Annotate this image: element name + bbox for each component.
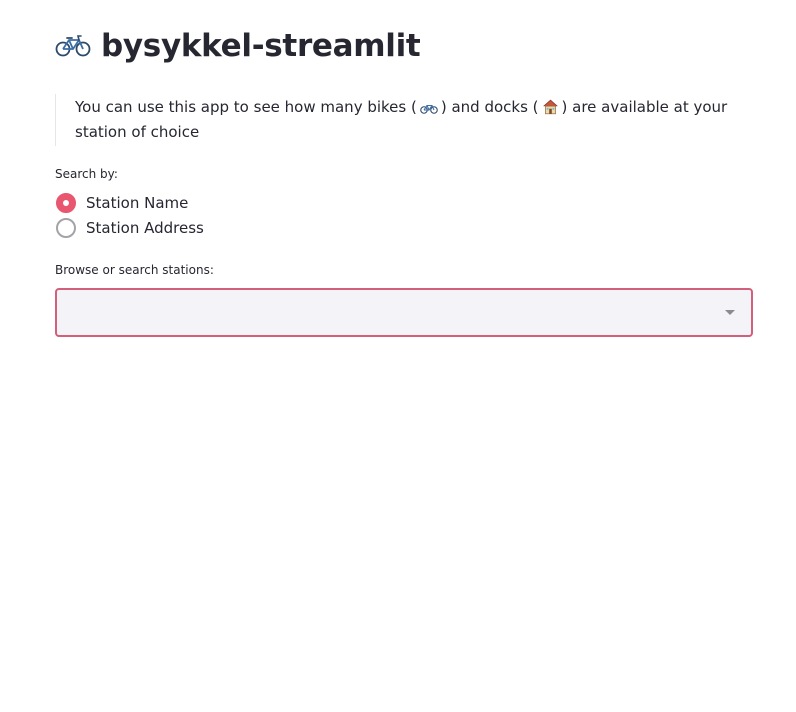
radio-label-station-address: Station Address bbox=[86, 219, 204, 237]
radio-checked-icon[interactable] bbox=[56, 193, 76, 213]
bicycle-icon bbox=[420, 104, 438, 114]
station-select[interactable] bbox=[55, 288, 753, 337]
bicycle-icon bbox=[55, 35, 91, 57]
search-by-label: Search by: bbox=[55, 167, 118, 181]
intro-text-part1: You can use this app to see how many bik… bbox=[75, 98, 417, 116]
app-page: bysykkel-streamlit You can use this app … bbox=[0, 0, 796, 712]
intro-text-part2: ) and docks ( bbox=[440, 98, 539, 116]
page-title: bysykkel-streamlit bbox=[101, 28, 421, 64]
station-select-label: Browse or search stations: bbox=[55, 263, 214, 277]
chevron-down-icon[interactable] bbox=[725, 310, 735, 315]
radio-unchecked-icon[interactable] bbox=[56, 218, 76, 238]
radio-station-address[interactable]: Station Address bbox=[56, 216, 204, 240]
page-header: bysykkel-streamlit bbox=[55, 24, 421, 68]
intro-blockquote: You can use this app to see how many bik… bbox=[55, 94, 753, 146]
radio-label-station-name: Station Name bbox=[86, 194, 189, 212]
house-icon bbox=[542, 99, 558, 115]
radio-station-name[interactable]: Station Name bbox=[56, 191, 188, 215]
